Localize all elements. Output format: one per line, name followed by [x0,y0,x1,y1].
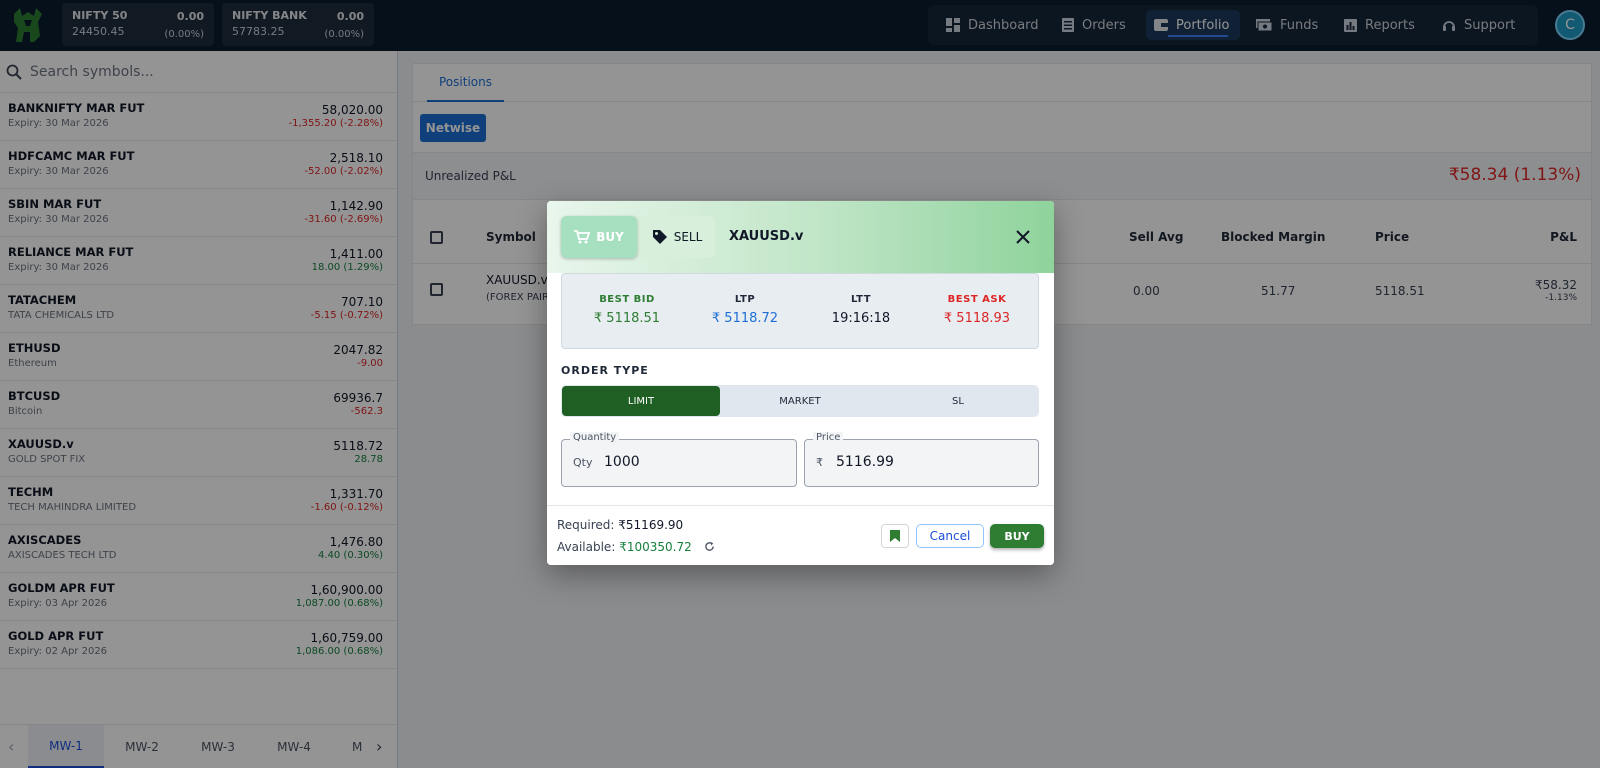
sell-toggle-label: SELL [673,230,703,244]
market-depth-summary: BEST BID ₹ 5118.51 LTP ₹ 5118.72 LTT 19:… [561,273,1039,349]
buy-sell-toggle: BUY SELL [561,216,715,258]
ltp-value: ₹ 5118.72 [711,311,779,326]
order-symbol: XAUUSD.v [729,229,804,244]
quantity-field[interactable]: Quantity Qty 1000 [561,432,797,487]
refresh-icon[interactable] [704,541,715,552]
available-margin: Available: ₹100350.72 [557,540,715,554]
bookmark-icon [890,530,900,542]
order-type-selector: LIMIT MARKET SL [561,385,1039,417]
quantity-input[interactable]: 1000 [604,454,640,470]
best-bid: BEST BID ₹ 5118.51 [572,294,682,326]
order-modal: BUY SELL XAUUSD.v BEST BID ₹ 5118.51 LTP… [547,201,1054,565]
quantity-prefix: Qty [573,456,593,469]
order-type-market[interactable]: MARKET [721,386,879,416]
order-type-label: ORDER TYPE [561,364,649,377]
required-label: Required: [557,518,615,532]
buy-toggle-label: BUY [596,230,624,244]
quantity-label: Quantity [570,432,620,443]
price-label: Price [813,432,844,443]
order-type-limit[interactable]: LIMIT [562,386,720,416]
ltt-value: 19:16:18 [831,311,891,326]
available-value: ₹100350.72 [619,540,692,554]
submit-buy-button[interactable]: BUY [990,524,1044,548]
required-value: ₹51169.90 [618,518,684,532]
best-ask: BEST ASK ₹ 5118.93 [922,294,1032,326]
price-input[interactable]: 5116.99 [836,454,894,470]
buy-toggle[interactable]: BUY [561,216,637,258]
order-type-sl[interactable]: SL [879,386,1037,416]
cart-icon [574,230,591,244]
price-prefix: ₹ [816,456,823,469]
ltt: LTT 19:16:18 [806,294,916,326]
best-ask-value: ₹ 5118.93 [943,311,1011,326]
bookmark-button[interactable] [881,524,909,548]
best-bid-label: BEST BID [599,294,655,305]
required-margin: Required: ₹51169.90 [557,518,683,532]
order-modal-footer: Required: ₹51169.90 Available: ₹100350.7… [547,505,1054,565]
price-field[interactable]: Price ₹ 5116.99 [804,432,1039,487]
available-label: Available: [557,540,616,554]
best-bid-value: ₹ 5118.51 [593,311,661,326]
ltt-label: LTT [850,294,872,305]
tag-icon [652,230,667,244]
sell-toggle[interactable]: SELL [639,216,715,258]
best-ask-label: BEST ASK [947,294,1007,305]
cancel-button[interactable]: Cancel [916,524,984,548]
order-modal-header: BUY SELL XAUUSD.v [547,201,1054,273]
close-icon[interactable] [1013,227,1033,247]
ltp: LTP ₹ 5118.72 [690,294,800,326]
ltp-label: LTP [734,294,756,305]
